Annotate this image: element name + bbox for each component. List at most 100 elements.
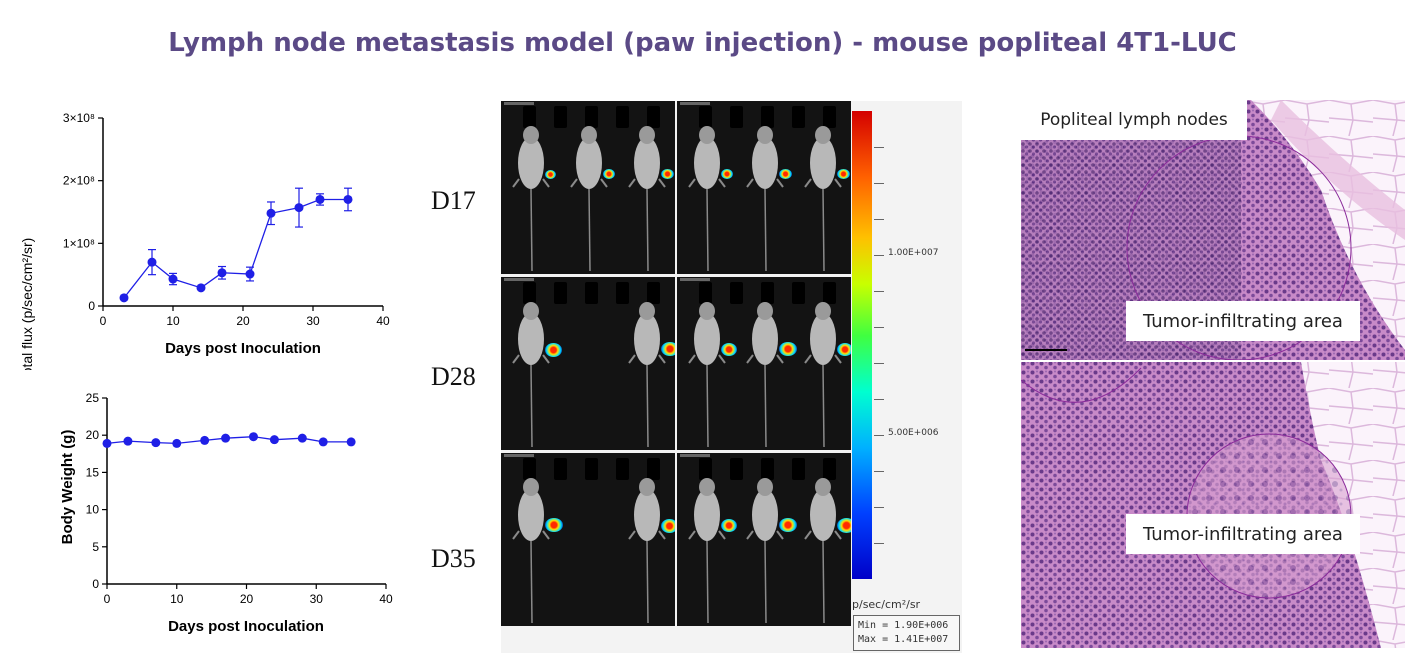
he-stained-tissue [1021, 100, 1405, 648]
mouse-image [804, 302, 842, 448]
total-flux-chart: 0 10 20 30 40 0 1×10⁸ 2×10⁸ 3×10⁸ Days post Inoc… [19, 111, 390, 370]
data-point [200, 435, 210, 445]
mouse-image [512, 302, 550, 448]
data-point [318, 437, 328, 447]
page-title: Lymph node metastasis model (paw injecti… [168, 28, 1237, 58]
min-max-box: Min = 1.90E+006 Max = 1.41E+007 [853, 615, 960, 651]
mouse-image [804, 126, 842, 272]
series-line [123, 198, 348, 299]
color-scale-unit: p/sec/cm²/sr [852, 598, 921, 611]
x-tick-label: 30 [306, 314, 320, 328]
data-point [294, 203, 304, 213]
imaging-panel [677, 101, 851, 274]
mouse-image [746, 126, 784, 272]
imaging-panel [501, 101, 675, 274]
luminescence-signal [721, 519, 737, 532]
data-point [266, 208, 276, 218]
y-tick-label: 3×10⁸ [63, 111, 95, 125]
data-point [196, 283, 206, 293]
y-tick-label: 1×10⁸ [63, 236, 95, 250]
data-point [151, 438, 161, 448]
luminescence-signal [721, 169, 733, 179]
data-point [221, 433, 231, 443]
luminescence-signal [779, 168, 792, 179]
y-tick-label: 15 [86, 465, 100, 479]
luminescence-signal [661, 168, 674, 179]
radiance-color-scale [852, 111, 872, 579]
mouse-image [512, 478, 550, 624]
luminescence-signal [545, 169, 556, 179]
color-scale-high-label: 1.00E+007 [888, 248, 939, 258]
day-label-d28: D28 [431, 362, 476, 391]
mouse-image [628, 478, 666, 624]
x-tick-label: 40 [376, 314, 390, 328]
data-point [245, 269, 255, 279]
x-tick-label: 0 [104, 592, 111, 606]
color-scale-ticks: 1.00E+007 5.00E+006 [874, 111, 960, 579]
y-tick-label: 25 [86, 391, 100, 405]
tumor-area-label-top: Tumor-infiltrating area [1126, 301, 1360, 341]
luminescence-signal [603, 169, 615, 179]
data-point [119, 293, 129, 303]
luminescence-signal [721, 343, 737, 356]
tumor-area-label-bottom: Tumor-infiltrating area [1126, 514, 1360, 554]
data-point [172, 438, 182, 448]
luminescence-signal [837, 343, 851, 356]
x-tick-label: 20 [240, 592, 254, 606]
x-tick-label: 10 [166, 314, 180, 328]
luminescence-signal [837, 168, 850, 179]
mouse-image [512, 126, 550, 272]
weight-y-axis-label: Body Weight (g) [59, 430, 76, 545]
histology-image: Popliteal lymph nodes Tumor-infiltrating… [1021, 100, 1405, 648]
day-label-d35: D35 [431, 544, 476, 573]
flux-y-axis-label: Total flux (p/sec/cm²/sr) [19, 238, 35, 370]
x-tick-label: 10 [170, 592, 184, 606]
mouse-image [628, 126, 666, 272]
min-value: Min = 1.90E+006 [858, 620, 949, 631]
mouse-image [570, 126, 608, 272]
day-label-d17: D17 [431, 186, 476, 215]
max-value: Max = 1.41E+007 [858, 634, 949, 645]
imaging-panel [501, 453, 675, 626]
x-tick-label: 40 [379, 592, 393, 606]
luminescence-signal [661, 342, 675, 356]
color-scale-mid-label: 5.00E+006 [888, 428, 939, 438]
data-point [346, 437, 356, 447]
data-point [102, 438, 112, 448]
luminescence-signal [661, 518, 675, 533]
weight-x-axis-label: Days post Inoculation [168, 618, 324, 635]
data-point [248, 432, 258, 442]
data-point [147, 257, 157, 267]
data-point [269, 435, 279, 445]
y-tick-label: 0 [88, 299, 95, 313]
x-tick-label: 30 [310, 592, 324, 606]
y-tick-label: 2×10⁸ [63, 174, 95, 188]
luminescence-signal [545, 342, 562, 357]
y-tick-label: 5 [92, 540, 99, 554]
data-point [343, 194, 353, 204]
mouse-image [746, 478, 784, 624]
data-point [123, 436, 133, 446]
mouse-image [804, 478, 842, 624]
mouse-image [746, 302, 784, 448]
data-point [315, 194, 325, 204]
x-tick-label: 20 [236, 314, 250, 328]
luminescence-signal [779, 518, 797, 532]
luminescence-signal [837, 517, 851, 533]
mouse-image [688, 478, 726, 624]
y-tick-label: 10 [86, 503, 100, 517]
imaging-panel [677, 453, 851, 626]
luminescence-signal [779, 342, 797, 356]
luminescence-signal [545, 518, 563, 532]
y-tick-label: 0 [92, 577, 99, 591]
data-point [168, 274, 178, 284]
flux-x-axis-label: Days post Inoculation [165, 340, 321, 357]
mouse-image [628, 302, 666, 448]
y-tick-label: 20 [86, 428, 100, 442]
mouse-image [688, 126, 726, 272]
data-point [217, 268, 227, 278]
data-point [297, 433, 307, 443]
x-tick-label: 0 [100, 314, 107, 328]
imaging-panel [501, 277, 675, 450]
mouse-image [688, 302, 726, 448]
